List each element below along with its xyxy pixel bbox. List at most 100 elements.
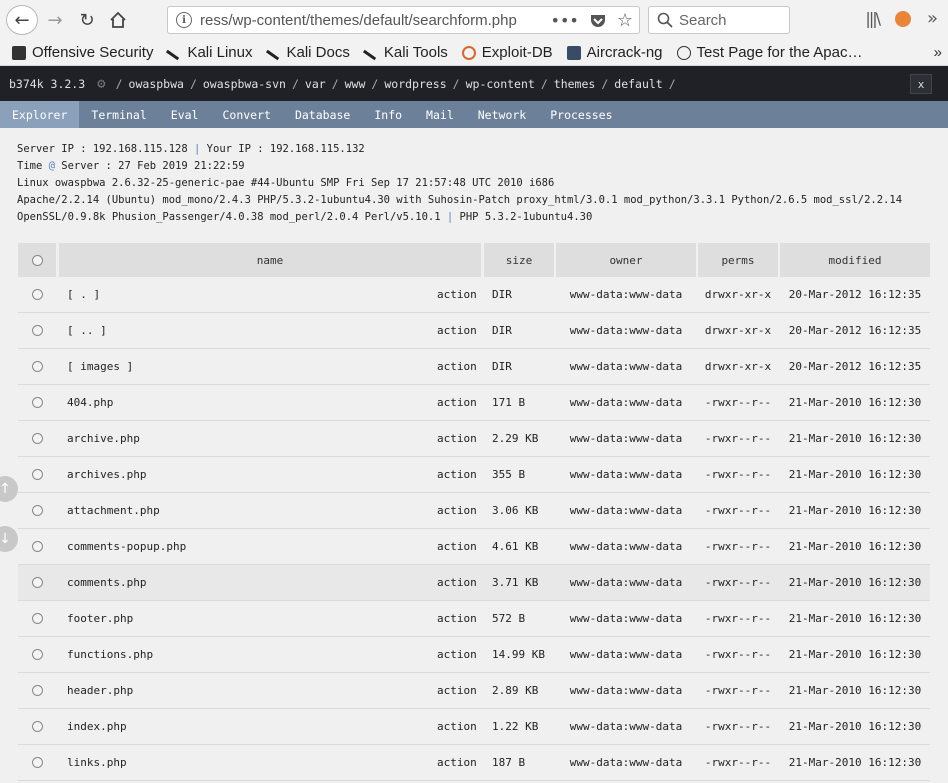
table-row[interactable]: attachment.php action 3.06 KB www-data:www-…	[18, 493, 930, 529]
file-modified[interactable]: 21-Mar-2010 16:12:30	[780, 421, 930, 456]
file-perms[interactable]: drwxr-xr-x	[698, 313, 778, 348]
url-bar[interactable]: i ress/wp-content/themes/default/searchf…	[167, 6, 640, 34]
file-modified[interactable]: 21-Mar-2010 16:12:30	[780, 493, 930, 528]
file-owner[interactable]: www-data:www-data	[556, 709, 696, 744]
file-name[interactable]: [ .. ]	[67, 313, 107, 348]
radio-icon[interactable]	[32, 685, 43, 696]
file-modified[interactable]: 20-Mar-2012 16:12:35	[780, 277, 930, 312]
table-row[interactable]: links.php action 187 B www-data:www-data -rw…	[18, 745, 930, 781]
star-icon[interactable]: ☆	[617, 10, 633, 31]
file-perms[interactable]: -rwxr--r--	[698, 709, 778, 744]
tab-explorer[interactable]: Explorer	[0, 101, 80, 128]
file-name[interactable]: [ images ]	[67, 349, 133, 384]
file-modified[interactable]: 21-Mar-2010 16:12:30	[780, 745, 930, 780]
file-name[interactable]: attachment.php	[67, 493, 160, 528]
row-select-radio[interactable]	[32, 313, 43, 348]
radio-icon[interactable]	[32, 505, 43, 516]
file-owner[interactable]: www-data:www-data	[556, 313, 696, 348]
action-link[interactable]: action	[437, 745, 477, 780]
file-modified[interactable]: 21-Mar-2010 16:12:30	[780, 457, 930, 492]
pocket-icon[interactable]	[589, 13, 607, 29]
search-input[interactable]: Search	[679, 12, 727, 29]
radio-icon[interactable]	[32, 469, 43, 480]
search-bar[interactable]: Search	[648, 6, 790, 34]
file-owner[interactable]: www-data:www-data	[556, 673, 696, 708]
file-modified[interactable]: 20-Mar-2012 16:12:35	[780, 313, 930, 348]
radio-icon[interactable]	[32, 325, 43, 336]
path-segment[interactable]: wordpress	[384, 77, 446, 91]
file-name[interactable]: functions.php	[67, 637, 153, 672]
file-owner[interactable]: www-data:www-data	[556, 493, 696, 528]
forward-button[interactable]: →	[42, 6, 68, 34]
file-owner[interactable]: www-data:www-data	[556, 421, 696, 456]
file-modified[interactable]: 21-Mar-2010 16:12:30	[780, 601, 930, 636]
modified-column-header[interactable]: modified	[780, 243, 930, 277]
radio-icon[interactable]	[32, 541, 43, 552]
table-row[interactable]: footer.php action 572 B www-data:www-data -r…	[18, 601, 930, 637]
file-perms[interactable]: -rwxr--r--	[698, 673, 778, 708]
file-perms[interactable]: -rwxr--r--	[698, 457, 778, 492]
table-row[interactable]: [ images ] action DIR www-data:www-data drwx…	[18, 349, 930, 385]
file-name[interactable]: comments-popup.php	[67, 529, 186, 564]
file-name[interactable]: index.php	[67, 709, 127, 744]
size-column-header[interactable]: size	[484, 243, 554, 277]
name-column-header[interactable]: name	[59, 243, 481, 277]
action-link[interactable]: action	[437, 421, 477, 456]
file-name[interactable]: archives.php	[67, 457, 146, 492]
tab-network[interactable]: Network	[466, 101, 538, 128]
file-owner[interactable]: www-data:www-data	[556, 745, 696, 780]
radio-icon[interactable]	[32, 397, 43, 408]
file-owner[interactable]: www-data:www-data	[556, 277, 696, 312]
row-select-radio[interactable]	[32, 709, 43, 744]
radio-icon[interactable]	[32, 649, 43, 660]
radio-icon[interactable]	[32, 613, 43, 624]
action-link[interactable]: action	[437, 457, 477, 492]
owner-column-header[interactable]: owner	[556, 243, 696, 277]
radio-icon[interactable]	[32, 361, 43, 372]
file-perms[interactable]: -rwxr--r--	[698, 637, 778, 672]
path-segment[interactable]: www	[345, 77, 366, 91]
close-button[interactable]: x	[910, 74, 932, 94]
file-owner[interactable]: www-data:www-data	[556, 457, 696, 492]
row-select-radio[interactable]	[32, 493, 43, 528]
file-modified[interactable]: 21-Mar-2010 16:12:30	[780, 565, 930, 600]
row-select-radio[interactable]	[32, 457, 43, 492]
action-link[interactable]: action	[437, 673, 477, 708]
shell-title[interactable]: b374k 3.2.3	[9, 77, 85, 91]
table-row[interactable]: functions.php action 14.99 KB www-data:www-…	[18, 637, 930, 673]
file-owner[interactable]: www-data:www-data	[556, 349, 696, 384]
bookmark-exploit-db[interactable]: Exploit-DB	[461, 44, 553, 61]
radio-icon[interactable]	[32, 433, 43, 444]
row-select-radio[interactable]	[32, 277, 43, 312]
row-select-radio[interactable]	[32, 673, 43, 708]
scroll-down-button[interactable]: ↓	[0, 526, 18, 552]
file-perms[interactable]: -rwxr--r--	[698, 385, 778, 420]
row-select-radio[interactable]	[32, 529, 43, 564]
radio-icon[interactable]	[32, 721, 43, 732]
file-name[interactable]: 404.php	[67, 385, 113, 420]
file-modified[interactable]: 21-Mar-2010 16:12:30	[780, 385, 930, 420]
table-row[interactable]: [ . ] action DIR www-data:www-data drwxr-xr-…	[18, 277, 930, 313]
tab-eval[interactable]: Eval	[159, 101, 211, 128]
gear-icon[interactable]: ⚙	[97, 76, 105, 92]
file-perms[interactable]: drwxr-xr-x	[698, 277, 778, 312]
file-name[interactable]: footer.php	[67, 601, 133, 636]
file-perms[interactable]: -rwxr--r--	[698, 529, 778, 564]
path-segment[interactable]: var	[305, 77, 326, 91]
file-modified[interactable]: 21-Mar-2010 16:12:30	[780, 529, 930, 564]
library-icon[interactable]: |||\	[865, 9, 881, 28]
reload-button[interactable]: ↻	[74, 6, 100, 34]
home-button[interactable]	[105, 6, 131, 34]
tab-info[interactable]: Info	[362, 101, 414, 128]
action-link[interactable]: action	[437, 277, 477, 312]
file-perms[interactable]: drwxr-xr-x	[698, 349, 778, 384]
tab-processes[interactable]: Processes	[538, 101, 624, 128]
file-perms[interactable]: -rwxr--r--	[698, 745, 778, 780]
bookmark-kali-linux[interactable]: Kali Linux	[166, 44, 253, 61]
row-select-radio[interactable]	[32, 745, 43, 780]
file-perms[interactable]: -rwxr--r--	[698, 601, 778, 636]
tab-mail[interactable]: Mail	[414, 101, 466, 128]
action-link[interactable]: action	[437, 385, 477, 420]
tab-terminal[interactable]: Terminal	[79, 101, 158, 128]
radio-icon[interactable]	[32, 577, 43, 588]
